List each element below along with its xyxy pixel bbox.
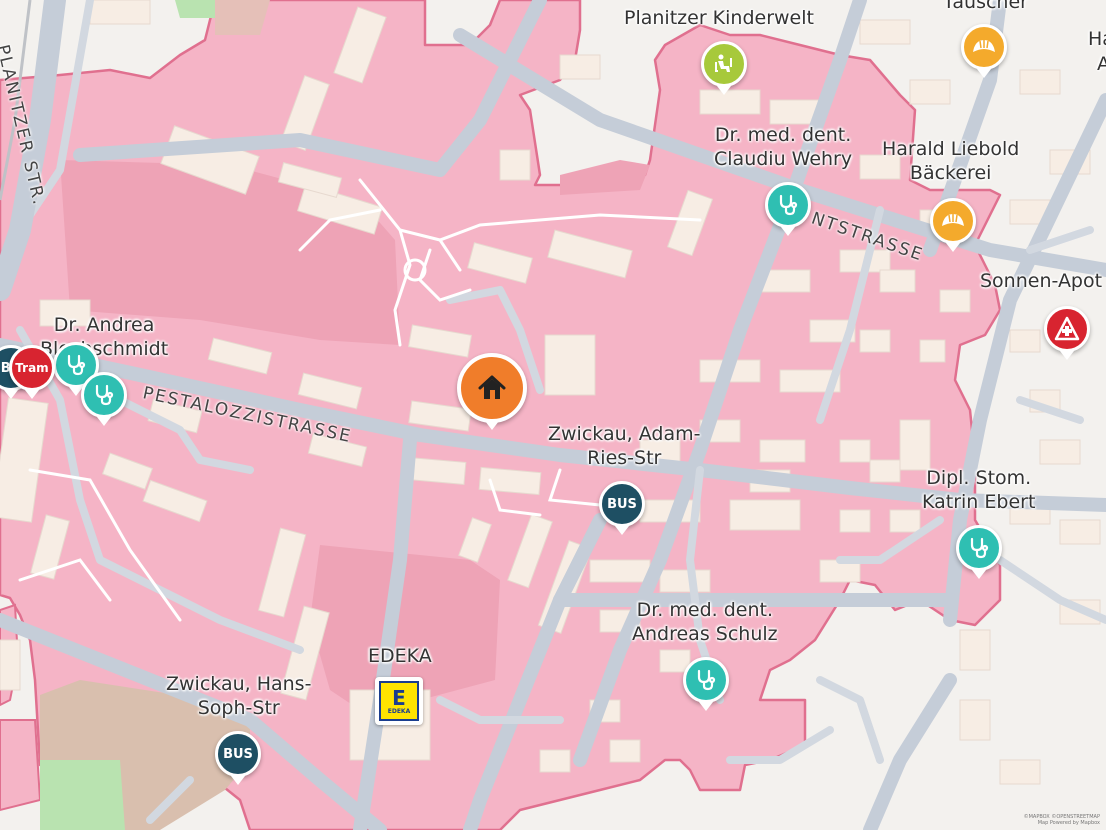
edeka-logo-letter: E [392, 685, 406, 710]
kindergarten-icon [715, 54, 732, 72]
label-schulz-line1: Dr. med. dent. [636, 599, 773, 621]
stethoscope-icon [697, 669, 716, 691]
label-wehry-line1: Dr. med. dent. [714, 124, 852, 146]
bus-stop-icon: BUS [607, 496, 637, 512]
label-adam-ries-line2: Ries-Str [587, 447, 662, 469]
label-hans-soph-line2: Soph-Str [197, 697, 280, 719]
tram-stop-icon: Tram [15, 361, 49, 375]
attribution-line2: Map Powered by Mapbox [1037, 820, 1100, 826]
bakery-liebold-pin[interactable] [930, 198, 976, 252]
doctor-wehry-pin[interactable] [765, 182, 811, 236]
doctor-schulz-pin[interactable] [683, 657, 729, 711]
doctor-blechschmidt-pin-2[interactable] [81, 372, 127, 426]
label-schulz: Dr. med. dent. Andreas Schulz [632, 598, 778, 646]
label-ha-cut: Ha [1088, 28, 1106, 50]
label-schulz-line2: Andreas Schulz [632, 623, 778, 645]
croissant-icon [942, 214, 964, 226]
bus-stop-hans-soph-pin[interactable]: BUS [215, 731, 261, 785]
stethoscope-icon [779, 194, 798, 216]
label-adam-ries-line1: Zwickau, Adam- [548, 423, 701, 445]
bus-stop-adam-ries-pin[interactable]: BUS [599, 481, 645, 535]
label-wehry: Dr. med. dent. Claudiu Wehry [714, 123, 852, 171]
label-liebold-line1: Harald Liebold [882, 138, 1020, 160]
label-hans-soph-line1: Zwickau, Hans- [166, 673, 312, 695]
label-wehry-line2: Claudiu Wehry [714, 148, 853, 170]
pharmacy-icon [1054, 316, 1080, 341]
kindergarten-pin[interactable] [701, 41, 747, 95]
stethoscope-icon [67, 354, 86, 376]
edeka-marker[interactable]: E EDEKA [375, 677, 423, 725]
label-blechschmidt-line1: Dr. Andrea [53, 314, 155, 336]
stethoscope-icon [95, 384, 114, 406]
croissant-icon [973, 40, 995, 52]
bus-stop-icon: BUS [223, 746, 253, 762]
label-adam-ries: Zwickau, Adam- Ries-Str [548, 422, 700, 470]
label-ebert-line1: Dipl. Stom. [926, 467, 1032, 489]
label-a-cut: A [1097, 53, 1106, 75]
label-hans-soph: Zwickau, Hans- Soph-Str [166, 672, 311, 720]
label-planitzer-kinderwelt: Planitzer Kinderwelt [624, 7, 814, 29]
label-tauscher: Täuscher [943, 0, 1028, 13]
label-ebert-line2: Katrin Ebert [922, 491, 1036, 513]
map-attribution[interactable]: ©MAPBOX ©OPENSTREETMAP Map Powered by Ma… [1024, 814, 1100, 826]
home-marker-pin[interactable] [457, 353, 527, 430]
edeka-logo-icon: E EDEKA [379, 681, 419, 721]
home-icon [478, 375, 506, 399]
pharmacy-pin[interactable] [1044, 306, 1090, 360]
tram-stop-pin[interactable]: Tram [9, 345, 55, 399]
doctor-ebert-pin[interactable] [956, 525, 1002, 579]
label-sonnen-apotheke: Sonnen-Apot [980, 270, 1103, 292]
label-ebert: Dipl. Stom. Katrin Ebert [922, 466, 1035, 514]
label-liebold: Harald Liebold Bäckerei [882, 137, 1019, 185]
bakery-tauscher-pin[interactable] [961, 24, 1007, 78]
label-edeka: EDEKA [368, 645, 432, 667]
edeka-logo-text: EDEKA [387, 707, 411, 715]
stethoscope-icon [970, 537, 989, 559]
label-liebold-line2: Bäckerei [909, 162, 992, 184]
